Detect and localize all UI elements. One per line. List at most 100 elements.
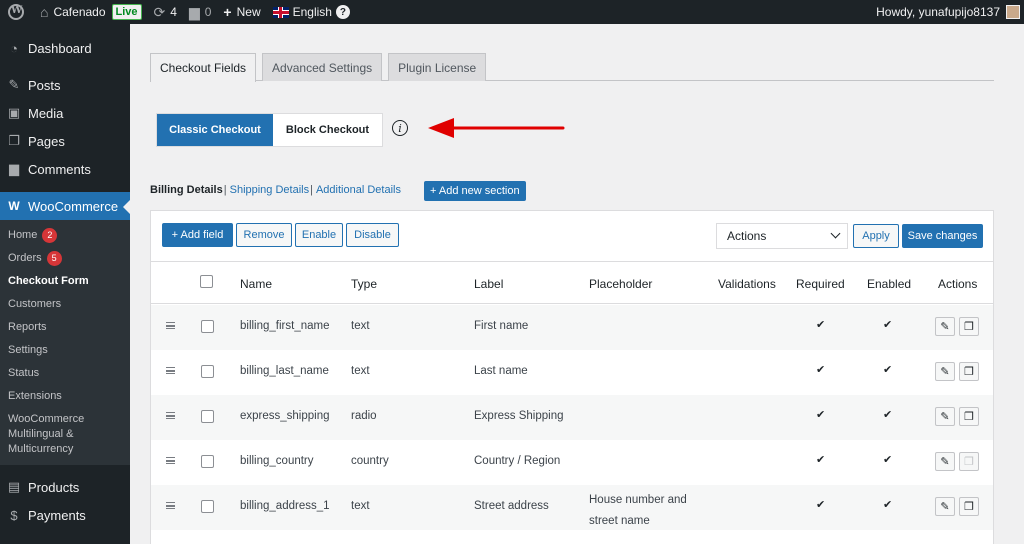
field-name: billing_address_1: [240, 500, 330, 512]
table-row[interactable]: billing_country country Country / Region ✔ ✔…: [151, 440, 993, 485]
row-checkbox[interactable]: [201, 410, 214, 423]
duplicate-icon[interactable]: ❐: [959, 452, 979, 471]
duplicate-icon[interactable]: ❐: [959, 362, 979, 381]
tab-checkout-fields[interactable]: Checkout Fields: [150, 53, 257, 82]
sidebar-item-woocommerce[interactable]: W WooCommerce: [0, 192, 130, 220]
add-new-section-button[interactable]: + Add new section: [424, 181, 526, 201]
submenu-item-extensions[interactable]: Extensions: [0, 385, 130, 408]
sidebar-item-label: WooCommerce: [28, 198, 119, 214]
block-checkout-button[interactable]: Block Checkout: [273, 114, 382, 146]
help-icon[interactable]: ?: [335, 5, 350, 19]
submenu-item-checkout-form[interactable]: Checkout Form: [0, 270, 130, 293]
submenu-item-customers[interactable]: Customers: [0, 293, 130, 316]
submenu-item-home[interactable]: Home 2: [0, 224, 130, 247]
sidebar-item-products[interactable]: ▤ Products: [0, 473, 130, 501]
section-link-billing[interactable]: Billing Details: [150, 184, 223, 196]
apply-button[interactable]: Apply: [853, 224, 899, 248]
site-name-link[interactable]: ⌂ Cafenado Live: [34, 0, 148, 24]
edit-pencil-icon[interactable]: ✎: [935, 407, 955, 426]
submenu-item-settings[interactable]: Settings: [0, 339, 130, 362]
sidebar-item-label: Comments: [28, 161, 91, 177]
updates-link[interactable]: ⟳ 4: [148, 0, 183, 24]
submenu-item-orders[interactable]: Orders 5: [0, 247, 130, 270]
section-link-additional[interactable]: Additional Details: [316, 184, 401, 196]
language-switcher[interactable]: English ?: [267, 0, 356, 24]
section-link-shipping[interactable]: Shipping Details: [230, 184, 310, 196]
pin-icon: ✎: [8, 77, 20, 92]
enabled-check-icon: ✔: [883, 499, 893, 511]
howdy-label: Howdy, yunafupijo8137: [876, 5, 1000, 19]
edit-pencil-icon[interactable]: ✎: [935, 317, 955, 336]
remove-button[interactable]: Remove: [236, 223, 292, 247]
required-check-icon: ✔: [816, 364, 826, 376]
submenu-item-multilingual[interactable]: WooCommerce Multilingual & Multicurrency: [0, 408, 130, 461]
sidebar-item-media[interactable]: ▣ Media: [0, 99, 130, 127]
dashboard-icon: ◔: [10, 40, 18, 56]
drag-handle-icon[interactable]: [166, 412, 175, 419]
field-label: First name: [474, 320, 529, 332]
required-check-icon: ✔: [816, 454, 826, 466]
sidebar-item-payments[interactable]: $ Payments: [0, 501, 130, 529]
table-row[interactable]: billing_address_1 text Street address House…: [151, 485, 993, 530]
save-changes-button[interactable]: Save changes: [902, 224, 983, 248]
tab-advanced-settings[interactable]: Advanced Settings: [262, 53, 383, 81]
drag-handle-icon[interactable]: [166, 457, 175, 464]
submenu-item-reports[interactable]: Reports: [0, 316, 130, 339]
comment-icon: ▆: [9, 161, 19, 176]
drag-handle-icon[interactable]: [166, 322, 175, 329]
field-type: country: [351, 455, 389, 467]
classic-checkout-button[interactable]: Classic Checkout: [157, 114, 273, 146]
wordpress-logo[interactable]: [0, 0, 34, 24]
edit-pencil-icon[interactable]: ✎: [935, 497, 955, 516]
edit-pencil-icon[interactable]: ✎: [935, 452, 955, 471]
submenu-label: Settings: [8, 344, 48, 356]
fields-panel: + Add field Remove Enable Disable Action…: [150, 210, 994, 544]
new-content-link[interactable]: + New: [217, 0, 266, 24]
field-name: billing_country: [240, 455, 314, 467]
field-label: Express Shipping: [474, 410, 564, 422]
add-field-button[interactable]: + Add field: [162, 223, 233, 247]
disable-button[interactable]: Disable: [346, 223, 399, 247]
duplicate-icon[interactable]: ❐: [959, 497, 979, 516]
bulk-actions-select[interactable]: Actions: [716, 223, 848, 249]
updates-count: 4: [170, 5, 177, 19]
sidebar-item-label: Products: [28, 479, 80, 495]
comments-link[interactable]: ▆ 0: [183, 0, 217, 24]
info-icon[interactable]: i: [392, 120, 408, 136]
edit-pencil-icon[interactable]: ✎: [935, 362, 955, 381]
enable-button[interactable]: Enable: [295, 223, 343, 247]
plus-icon: +: [223, 4, 232, 20]
column-header-required: Required: [796, 277, 845, 291]
table-row[interactable]: billing_first_name text First name ✔ ✔ ✎ ❐: [151, 305, 993, 350]
sidebar-item-comments[interactable]: ▆ Comments: [0, 155, 130, 183]
sidebar-item-pages[interactable]: ❐ Pages: [0, 127, 130, 155]
section-separator: |: [223, 184, 227, 196]
duplicate-icon[interactable]: ❐: [959, 317, 979, 336]
user-account-menu[interactable]: Howdy, yunafupijo8137: [876, 0, 1020, 24]
tab-plugin-license[interactable]: Plugin License: [388, 53, 487, 81]
sidebar-item-dashboard[interactable]: ◔ Dashboard: [0, 34, 130, 62]
required-check-icon: ✔: [816, 319, 826, 331]
drag-handle-icon[interactable]: [166, 367, 175, 374]
row-checkbox[interactable]: [201, 455, 214, 468]
enabled-check-icon: ✔: [883, 319, 893, 331]
avatar: [1006, 5, 1020, 19]
duplicate-icon[interactable]: ❐: [959, 407, 979, 426]
table-row[interactable]: express_shipping radio Express Shipping ✔ ✔ ✎…: [151, 395, 993, 440]
row-checkbox[interactable]: [201, 365, 214, 378]
drag-handle-icon[interactable]: [166, 502, 175, 509]
row-checkbox[interactable]: [201, 500, 214, 513]
field-name: billing_last_name: [240, 365, 329, 377]
sidebar-item-posts[interactable]: ✎ Posts: [0, 71, 130, 99]
row-checkbox[interactable]: [201, 320, 214, 333]
submenu-item-status[interactable]: Status: [0, 362, 130, 385]
table-row[interactable]: billing_last_name text Last name ✔ ✔ ✎ ❐: [151, 350, 993, 395]
select-all-checkbox[interactable]: [200, 275, 213, 288]
table-header: Name Type Label Placeholder Validations …: [151, 261, 993, 304]
woocommerce-icon: W: [8, 199, 20, 213]
woocommerce-submenu: Home 2 Orders 5 Checkout Form Customers Re…: [0, 220, 130, 465]
field-type: text: [351, 320, 370, 332]
field-name: express_shipping: [240, 410, 330, 422]
fields-toolbar: + Add field Remove Enable Disable Action…: [151, 211, 993, 261]
submenu-label: Multicurrency: [8, 443, 74, 455]
